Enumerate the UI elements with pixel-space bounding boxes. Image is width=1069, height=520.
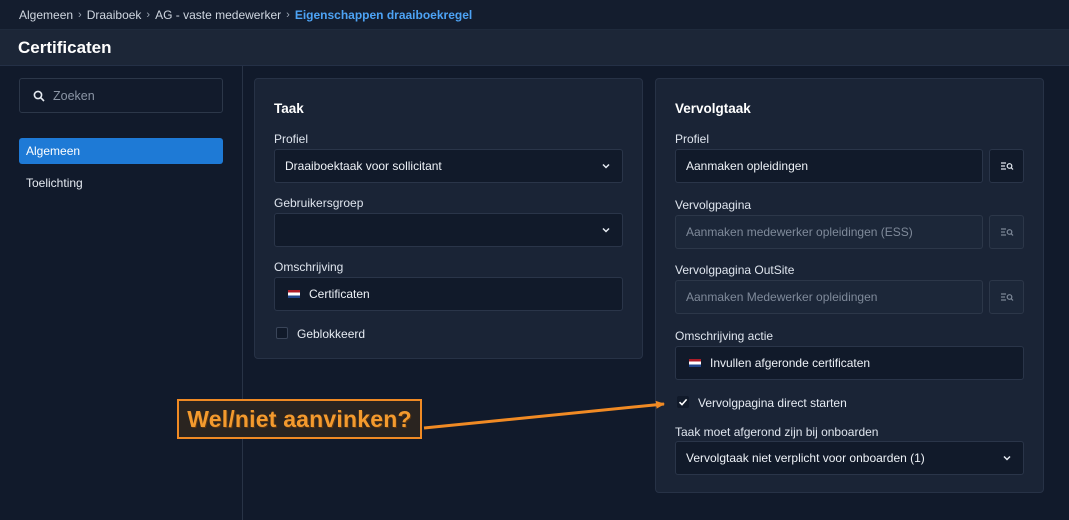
chevron-down-icon xyxy=(602,163,610,169)
direct-starten-checkbox[interactable] xyxy=(677,396,689,408)
vervolgpagina-value: Aanmaken medewerker opleidingen (ESS) xyxy=(686,225,913,239)
vervolgpagina-label: Vervolgpagina xyxy=(675,198,752,212)
lookup-icon xyxy=(1000,228,1013,236)
direct-starten-label: Vervolgpagina direct starten xyxy=(698,396,847,410)
title-bar: Certificaten xyxy=(0,30,1069,66)
lookup-icon xyxy=(1000,162,1013,170)
sidebar: Zoeken Algemeen Toelichting xyxy=(0,66,243,520)
vervolgtaak-panel: Vervolgtaak Profiel Aanmaken opleidingen… xyxy=(655,78,1044,493)
sidebar-item-toelichting[interactable]: Toelichting xyxy=(19,170,223,196)
breadcrumb-item[interactable]: AG - vaste medewerker xyxy=(155,8,281,22)
profiel-select[interactable]: Draaiboektaak voor sollicitant xyxy=(274,149,623,183)
actie-label: Omschrijving actie xyxy=(675,329,774,343)
search-icon xyxy=(33,90,45,102)
flag-nl-icon xyxy=(288,290,300,298)
omschrijving-value: Certificaten xyxy=(309,287,370,301)
omschrijving-label: Omschrijving xyxy=(274,260,344,274)
search-input[interactable]: Zoeken xyxy=(19,78,223,113)
profiel-value: Draaiboektaak voor sollicitant xyxy=(285,159,442,173)
vervolg-profiel-label: Profiel xyxy=(675,132,710,146)
breadcrumb-separator: › xyxy=(146,8,151,21)
chevron-down-icon xyxy=(602,227,610,233)
actie-field[interactable]: Invullen afgeronde certificaten xyxy=(675,346,1024,380)
outsite-field[interactable]: Aanmaken Medewerker opleidingen xyxy=(675,280,983,314)
sidebar-item-algemeen[interactable]: Algemeen xyxy=(19,138,223,164)
chevron-down-icon xyxy=(1003,455,1011,461)
taak-panel: Taak Profiel Draaiboektaak voor sollicit… xyxy=(254,78,643,359)
geblokkeerd-checkbox[interactable] xyxy=(276,327,288,339)
vervolg-profiel-field[interactable]: Aanmaken opleidingen xyxy=(675,149,983,183)
geblokkeerd-label: Geblokkeerd xyxy=(297,327,366,341)
outsite-value: Aanmaken Medewerker opleidingen xyxy=(686,290,878,304)
omschrijving-field[interactable]: Certificaten xyxy=(274,277,623,311)
checkmark-icon xyxy=(678,398,688,406)
breadcrumb-item[interactable]: Draaiboek xyxy=(87,8,142,22)
flag-nl-icon xyxy=(689,359,701,367)
vervolg-profiel-value: Aanmaken opleidingen xyxy=(686,159,809,173)
taak-heading: Taak xyxy=(274,101,304,116)
breadcrumb-current: Eigenschappen draaiboekregel xyxy=(294,7,473,22)
vervolgpagina-field[interactable]: Aanmaken medewerker opleidingen (ESS) xyxy=(675,215,983,249)
annotation-text: Wel/niet aanvinken? xyxy=(187,405,412,432)
breadcrumb: Algemeen › Draaiboek › AG - vaste medewe… xyxy=(0,0,1069,30)
onboarden-value: Vervolgtaak niet verplicht voor onboarde… xyxy=(686,451,925,465)
lookup-button[interactable] xyxy=(989,149,1024,183)
breadcrumb-item[interactable]: Algemeen xyxy=(19,8,73,22)
lookup-icon xyxy=(1000,293,1013,301)
actie-value: Invullen afgeronde certificaten xyxy=(710,356,871,370)
outsite-label: Vervolgpagina OutSite xyxy=(675,263,795,277)
vervolgtaak-heading: Vervolgtaak xyxy=(675,101,751,116)
gebruikersgroep-label: Gebruikersgroep xyxy=(274,196,364,210)
search-placeholder: Zoeken xyxy=(53,88,95,103)
breadcrumb-separator: › xyxy=(78,8,82,21)
gebruikersgroep-select[interactable] xyxy=(274,213,623,247)
page-title: Certificaten xyxy=(18,37,112,57)
sidebar-item-label: Algemeen xyxy=(26,144,81,158)
annotation-callout: Wel/niet aanvinken? xyxy=(177,399,422,439)
lookup-button[interactable] xyxy=(989,215,1024,249)
profiel-label: Profiel xyxy=(274,132,309,146)
lookup-button[interactable] xyxy=(989,280,1024,314)
sidebar-item-label: Toelichting xyxy=(26,176,83,190)
onboarden-label: Taak moet afgerond zijn bij onboarden xyxy=(675,425,879,439)
breadcrumb-separator: › xyxy=(286,8,290,21)
onboarden-select[interactable]: Vervolgtaak niet verplicht voor onboarde… xyxy=(675,441,1024,475)
